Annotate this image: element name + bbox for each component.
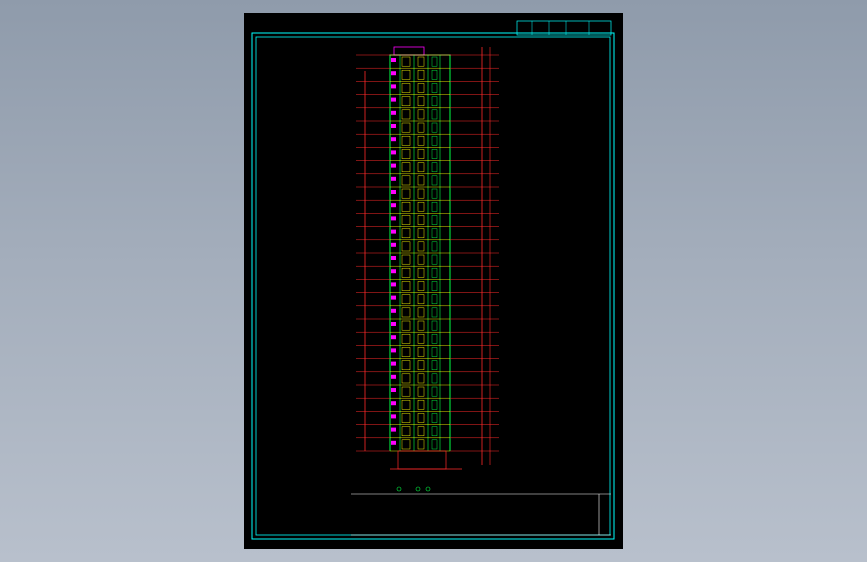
balcony-mark xyxy=(391,110,396,115)
balcony-mark xyxy=(391,58,396,62)
balcony-mark xyxy=(391,150,396,155)
balcony-mark xyxy=(391,256,396,260)
balcony-mark xyxy=(391,269,396,274)
balcony-mark xyxy=(391,308,396,313)
balcony-mark xyxy=(391,282,396,287)
balcony-mark xyxy=(391,322,396,326)
balcony-mark xyxy=(391,335,396,340)
balcony-mark xyxy=(391,84,396,89)
balcony-mark xyxy=(391,388,396,392)
balcony-mark xyxy=(391,414,396,419)
sheet-background xyxy=(244,13,623,549)
drawing-sheet xyxy=(244,13,623,549)
balcony-mark xyxy=(391,216,396,221)
balcony-mark xyxy=(391,361,396,366)
balcony-mark xyxy=(391,71,396,76)
balcony-mark xyxy=(391,374,396,379)
balcony-mark xyxy=(391,124,396,128)
balcony-mark xyxy=(391,203,396,208)
balcony-mark xyxy=(391,137,396,142)
balcony-mark xyxy=(391,242,396,247)
balcony-mark xyxy=(391,229,396,234)
elevation-drawing[interactable] xyxy=(244,13,623,549)
balcony-mark xyxy=(391,427,396,432)
balcony-mark xyxy=(391,190,396,194)
balcony-mark xyxy=(391,401,396,406)
balcony-mark xyxy=(391,163,396,168)
balcony-mark xyxy=(391,348,396,353)
balcony-mark xyxy=(391,295,396,300)
balcony-mark xyxy=(391,176,396,181)
balcony-mark xyxy=(391,97,396,102)
balcony-mark xyxy=(391,440,396,445)
cad-viewport[interactable] xyxy=(0,0,867,562)
